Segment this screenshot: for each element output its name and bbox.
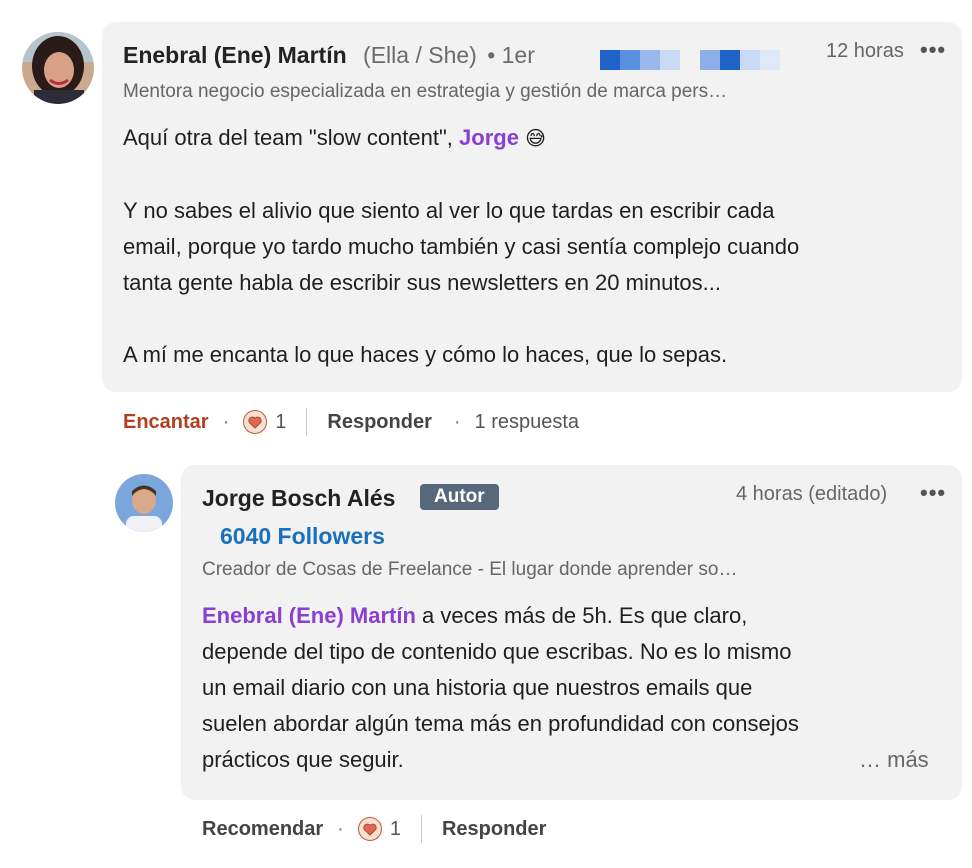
mention-link[interactable]: Enebral (Ene) Martín bbox=[202, 603, 416, 628]
reply-author-name[interactable]: Jorge Bosch Alés bbox=[202, 485, 395, 512]
reply-author-avatar[interactable] bbox=[115, 474, 173, 532]
reply-line-2: depende del tipo de contenido que escrib… bbox=[202, 639, 792, 664]
comment-line-1: Aquí otra del team "slow content", Jorge… bbox=[123, 125, 546, 150]
recommend-button[interactable]: Recomendar bbox=[202, 818, 323, 841]
reaction-count[interactable]: 1 bbox=[357, 817, 401, 841]
separator-dot: · bbox=[453, 410, 461, 433]
mention-link[interactable]: Jorge bbox=[459, 125, 519, 150]
reply-line-3: un email diario con una historia que nue… bbox=[202, 675, 753, 700]
comment-line-5: A mí me encanta lo que haces y cómo lo h… bbox=[123, 342, 728, 367]
reply-author-headline: Creador de Cosas de Freelance - El lugar… bbox=[202, 559, 738, 580]
reply-button[interactable]: Responder bbox=[442, 818, 546, 841]
replies-count-link[interactable]: 1 respuesta bbox=[475, 411, 580, 434]
avatar-photo bbox=[115, 474, 173, 532]
followers-count: 6040 Followers bbox=[220, 523, 385, 549]
comment-line-3: email, porque yo tardo mucho también y c… bbox=[123, 234, 800, 259]
grinning-sweat-emoji: 😅 bbox=[525, 128, 546, 150]
heart-reaction-icon bbox=[357, 817, 382, 841]
author-badge: Autor bbox=[420, 484, 499, 510]
love-button[interactable]: Encantar bbox=[123, 411, 209, 434]
comment-text: Aquí otra del team "slow content", Jorge… bbox=[123, 120, 943, 373]
reply-timestamp: 4 horas (editado) bbox=[736, 483, 888, 505]
reply-line-5: prácticos que seguir. bbox=[202, 747, 404, 772]
commenter-headline: Mentora negocio especializada en estrate… bbox=[123, 81, 728, 102]
commenter-name-line: Enebral (Ene) Martín (Ella / She) • 1er bbox=[123, 42, 535, 69]
reply-line-1: Enebral (Ene) Martín a veces más de 5h. … bbox=[202, 603, 748, 628]
avatar-photo bbox=[22, 32, 94, 104]
more-options-icon[interactable]: ••• bbox=[920, 480, 946, 506]
redacted-pixel-block bbox=[600, 50, 780, 70]
connection-degree: • 1er bbox=[487, 42, 535, 68]
reaction-count[interactable]: 1 bbox=[243, 410, 286, 434]
comment-line-4: tanta gente habla de escribir sus newsle… bbox=[123, 270, 722, 295]
comment-timestamp: 12 horas bbox=[826, 40, 904, 62]
divider bbox=[420, 815, 422, 843]
more-options-icon[interactable]: ••• bbox=[920, 37, 946, 63]
commenter-pronouns: (Ella / She) bbox=[363, 42, 477, 68]
comment-line-2: Y no sabes el alivio que siento al ver l… bbox=[123, 198, 775, 223]
reply-button[interactable]: Responder bbox=[327, 411, 431, 434]
separator-dot: · bbox=[222, 410, 230, 433]
reply-actions: Recomendar · 1 Responder bbox=[202, 815, 546, 843]
separator-dot: · bbox=[337, 817, 344, 840]
divider bbox=[306, 408, 308, 436]
comment-actions: Encantar · 1 Responder · 1 respuesta bbox=[123, 408, 579, 436]
reply-line-4: suelen abordar algún tema más en profund… bbox=[202, 711, 799, 736]
reply-text: Enebral (Ene) Martín a veces más de 5h. … bbox=[202, 598, 942, 778]
heart-reaction-icon bbox=[243, 410, 268, 434]
see-more-link[interactable]: … más bbox=[859, 747, 929, 773]
commenter-avatar[interactable] bbox=[22, 32, 94, 104]
commenter-name[interactable]: Enebral (Ene) Martín bbox=[123, 42, 347, 68]
